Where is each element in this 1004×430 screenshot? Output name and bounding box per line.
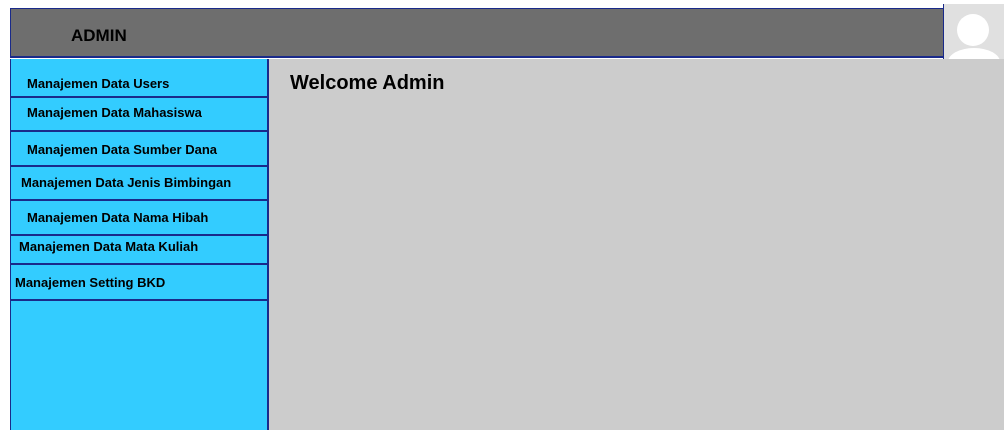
main-content: Welcome Admin <box>269 59 1004 430</box>
user-avatar-icon[interactable] <box>943 4 1004 60</box>
sidebar-item-users[interactable]: Manajemen Data Users <box>27 76 169 91</box>
sidebar-item-jenis-bimbingan[interactable]: Manajemen Data Jenis Bimbingan <box>21 175 231 190</box>
sidebar-item-sumber-dana[interactable]: Manajemen Data Sumber Dana <box>27 142 217 157</box>
sidebar-divider <box>11 263 267 265</box>
sidebar-divider <box>11 96 267 98</box>
sidebar-item-nama-hibah[interactable]: Manajemen Data Nama Hibah <box>27 210 208 225</box>
sidebar-item-mata-kuliah[interactable]: Manajemen Data Mata Kuliah <box>19 239 198 254</box>
sidebar-item-setting-bkd[interactable]: Manajemen Setting BKD <box>15 275 165 290</box>
header-title: ADMIN <box>71 26 127 45</box>
sidebar-divider <box>11 165 273 167</box>
avatar-head-shape <box>957 14 989 46</box>
sidebar-divider <box>11 130 267 132</box>
sidebar-divider <box>11 234 267 236</box>
sidebar-divider <box>11 299 267 301</box>
page-title: Welcome Admin <box>290 72 445 94</box>
sidebar-item-mahasiswa[interactable]: Manajemen Data Mahasiswa <box>27 105 202 120</box>
top-header: ADMIN <box>10 8 1004 58</box>
sidebar-divider <box>11 199 267 201</box>
